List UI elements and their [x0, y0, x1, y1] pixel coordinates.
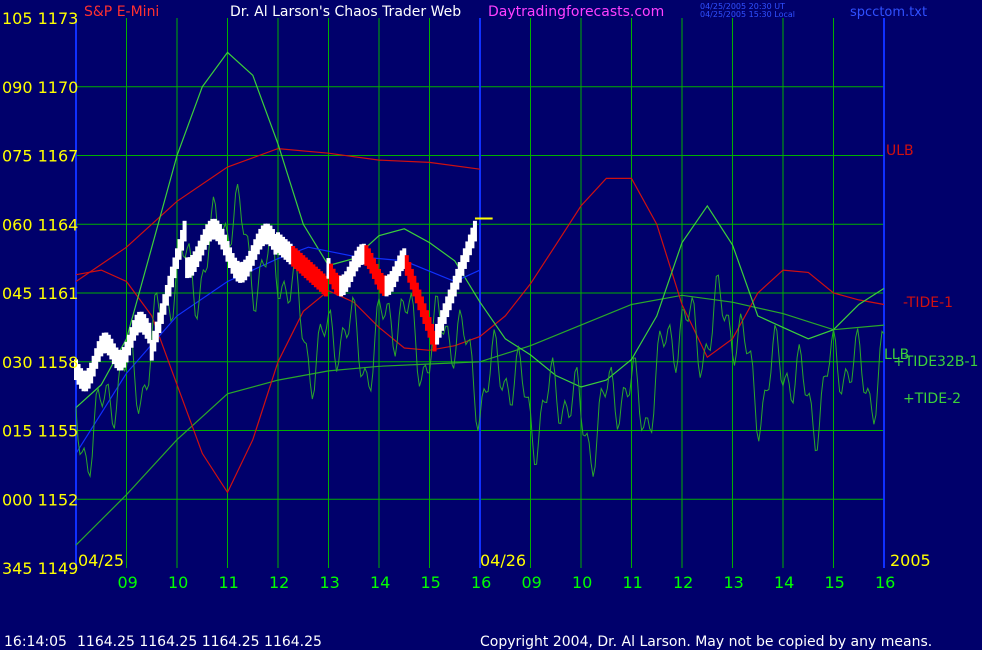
y-tick-label: 075 1167 — [2, 147, 78, 166]
x-hour-label: 12 — [673, 573, 693, 592]
date-label: 04/26 — [480, 551, 526, 570]
series-label: -TIDE-1 — [903, 295, 953, 311]
footer-quote: 1164.25 1164.25 1164.25 1164.25 — [77, 634, 322, 650]
timestamp-local: 04/25/2005 15:30 Local — [700, 10, 795, 19]
year-label: 2005 — [890, 551, 931, 570]
x-hour-label: 09 — [118, 573, 138, 592]
x-hour-label: 11 — [623, 573, 643, 592]
y-tick-label: 090 1170 — [2, 78, 78, 97]
chart-title: Dr. Al Larson's Chaos Trader Web — [230, 4, 461, 20]
x-hour-label: 14 — [774, 573, 794, 592]
price-bar — [472, 220, 477, 242]
y-tick-label: 000 1152 — [2, 490, 78, 509]
x-hour-label: 13 — [724, 573, 744, 592]
x-hour-label: 12 — [269, 573, 289, 592]
x-hour-label: 16 — [471, 573, 491, 592]
series-label: +TIDE-2 — [903, 391, 961, 407]
y-tick-label: 015 1155 — [2, 422, 78, 441]
series-label: +TIDE32B-1 — [893, 354, 978, 370]
x-hour-label: 09 — [522, 573, 542, 592]
footer-copyright: Copyright 2004, Dr. Al Larson. May not b… — [480, 634, 932, 650]
x-hour-label: 16 — [875, 573, 895, 592]
x-hour-label: 11 — [219, 573, 239, 592]
date-label: 04/25 — [78, 551, 124, 570]
y-tick-label: 045 1161 — [2, 284, 78, 303]
x-hour-label: 15 — [421, 573, 441, 592]
chart-canvas: 105 1173 090 1170 075 1167 060 1164 045 1161… — [0, 0, 982, 650]
x-hour-label: 10 — [572, 573, 592, 592]
data-file-name: spcctom.txt — [850, 5, 927, 20]
x-hour-label: 15 — [825, 573, 845, 592]
price-bar — [323, 275, 328, 297]
instrument-label: S&P E-Mini — [84, 4, 159, 20]
y-tick-label: 060 1164 — [2, 215, 78, 234]
y-tick-label: 345 1149 — [2, 559, 78, 578]
price-bar — [182, 220, 187, 242]
y-tick-label: 030 1158 — [2, 353, 78, 372]
y-tick-label: 105 1173 — [2, 9, 78, 28]
series-label: ULB — [886, 143, 914, 159]
x-hour-label: 14 — [370, 573, 390, 592]
x-hour-label: 13 — [320, 573, 340, 592]
x-hour-label: 10 — [168, 573, 188, 592]
footer-time: 16:14:05 — [4, 634, 67, 650]
site-link[interactable]: Daytradingforecasts.com — [488, 4, 664, 20]
